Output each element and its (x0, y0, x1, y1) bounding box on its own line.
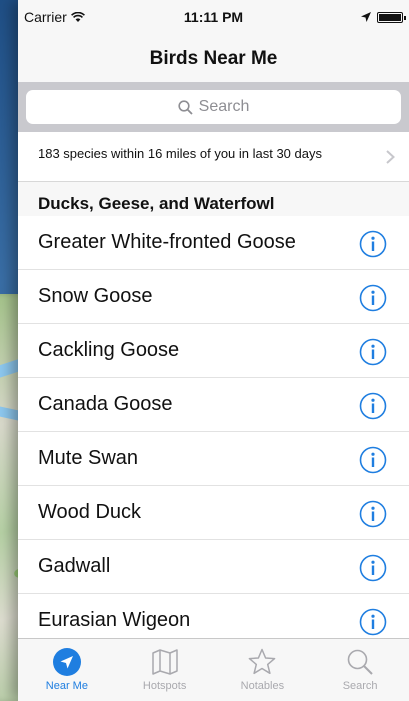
map-icon (150, 647, 180, 680)
section-header: Ducks, Geese, and Waterfowl (18, 182, 409, 218)
table-row[interactable]: Gadwall (18, 540, 409, 594)
tab-hotspots[interactable]: Hotspots (116, 639, 214, 701)
info-icon[interactable] (359, 554, 387, 587)
info-icon[interactable] (359, 230, 387, 263)
bird-name: Wood Duck (38, 501, 142, 523)
bird-name: Canada Goose (38, 393, 173, 415)
chevron-right-icon (386, 150, 395, 169)
battery-icon (377, 11, 406, 23)
search-icon (345, 647, 375, 680)
tab-bar: Near Me Hotspots Notables Search (18, 638, 409, 701)
table-row[interactable]: Snow Goose (18, 270, 409, 324)
phone-screen: Carrier 11:11 PM Birds Near Me Search 18… (18, 0, 409, 701)
page-title: Birds Near Me (149, 48, 278, 69)
table-row[interactable]: Canada Goose (18, 378, 409, 432)
bird-name: Greater White-fronted Goose (38, 231, 296, 253)
tab-near-me[interactable]: Near Me (18, 639, 116, 701)
bird-list: Greater White-fronted Goose Snow Goose C… (18, 216, 409, 648)
bird-name: Eurasian Wigeon (38, 609, 191, 631)
tab-notables[interactable]: Notables (214, 639, 312, 701)
table-row[interactable]: Cackling Goose (18, 324, 409, 378)
table-row[interactable]: Wood Duck (18, 486, 409, 540)
search-placeholder: Search (198, 98, 250, 115)
navigation-bar: Birds Near Me (18, 36, 409, 82)
species-summary-row[interactable]: 183 species within 16 miles of you in la… (18, 132, 409, 182)
info-icon[interactable] (359, 446, 387, 479)
status-time: 11:11 PM (183, 9, 244, 25)
species-summary-text: 183 species within 16 miles of you in la… (38, 146, 322, 161)
tab-label: Notables (240, 680, 285, 692)
table-row[interactable]: Greater White-fronted Goose (18, 216, 409, 270)
info-icon[interactable] (359, 284, 387, 317)
search-input[interactable]: Search (26, 90, 401, 124)
location-services-icon (361, 9, 371, 25)
search-icon (178, 99, 193, 115)
status-right-indicators (361, 9, 406, 25)
tab-label: Hotspots (142, 680, 187, 692)
info-icon[interactable] (359, 392, 387, 425)
bird-name: Cackling Goose (38, 339, 180, 361)
bird-name: Snow Goose (38, 285, 153, 307)
bird-name: Gadwall (38, 555, 111, 577)
info-icon[interactable] (359, 608, 387, 641)
table-row[interactable]: Mute Swan (18, 432, 409, 486)
info-icon[interactable] (359, 500, 387, 533)
bird-name: Mute Swan (38, 447, 139, 469)
section-header-label: Ducks, Geese, and Waterfowl (38, 194, 275, 213)
tab-label: Search (342, 680, 378, 692)
location-arrow-icon (52, 647, 82, 680)
tab-label: Near Me (45, 680, 88, 692)
info-icon[interactable] (359, 338, 387, 371)
star-icon (247, 647, 277, 680)
status-bar: Carrier 11:11 PM (18, 0, 409, 36)
tab-search[interactable]: Search (311, 639, 409, 701)
search-bar: Search (18, 82, 409, 132)
